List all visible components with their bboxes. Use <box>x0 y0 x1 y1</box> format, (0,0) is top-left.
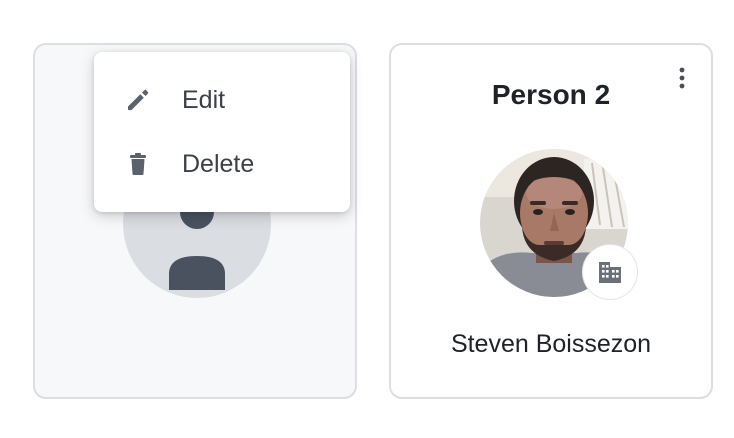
people-grid: Person 2 Steven Boissezon Edit Delete <box>0 0 734 438</box>
edit-menu-item[interactable]: Edit <box>94 68 350 132</box>
delete-label: Delete <box>182 150 255 178</box>
building-icon <box>582 244 638 300</box>
edit-label: Edit <box>182 86 226 114</box>
card-title: Person 2 <box>491 79 611 110</box>
person-card[interactable]: Person 2 Steven Boissezon <box>389 43 713 399</box>
pencil-icon <box>124 86 152 114</box>
person-name: Steven Boissezon <box>450 330 652 358</box>
delete-menu-item[interactable]: Delete <box>94 132 350 196</box>
context-menu: Edit Delete <box>94 52 350 212</box>
kebab-icon[interactable] <box>673 67 691 89</box>
trash-icon <box>124 150 152 178</box>
